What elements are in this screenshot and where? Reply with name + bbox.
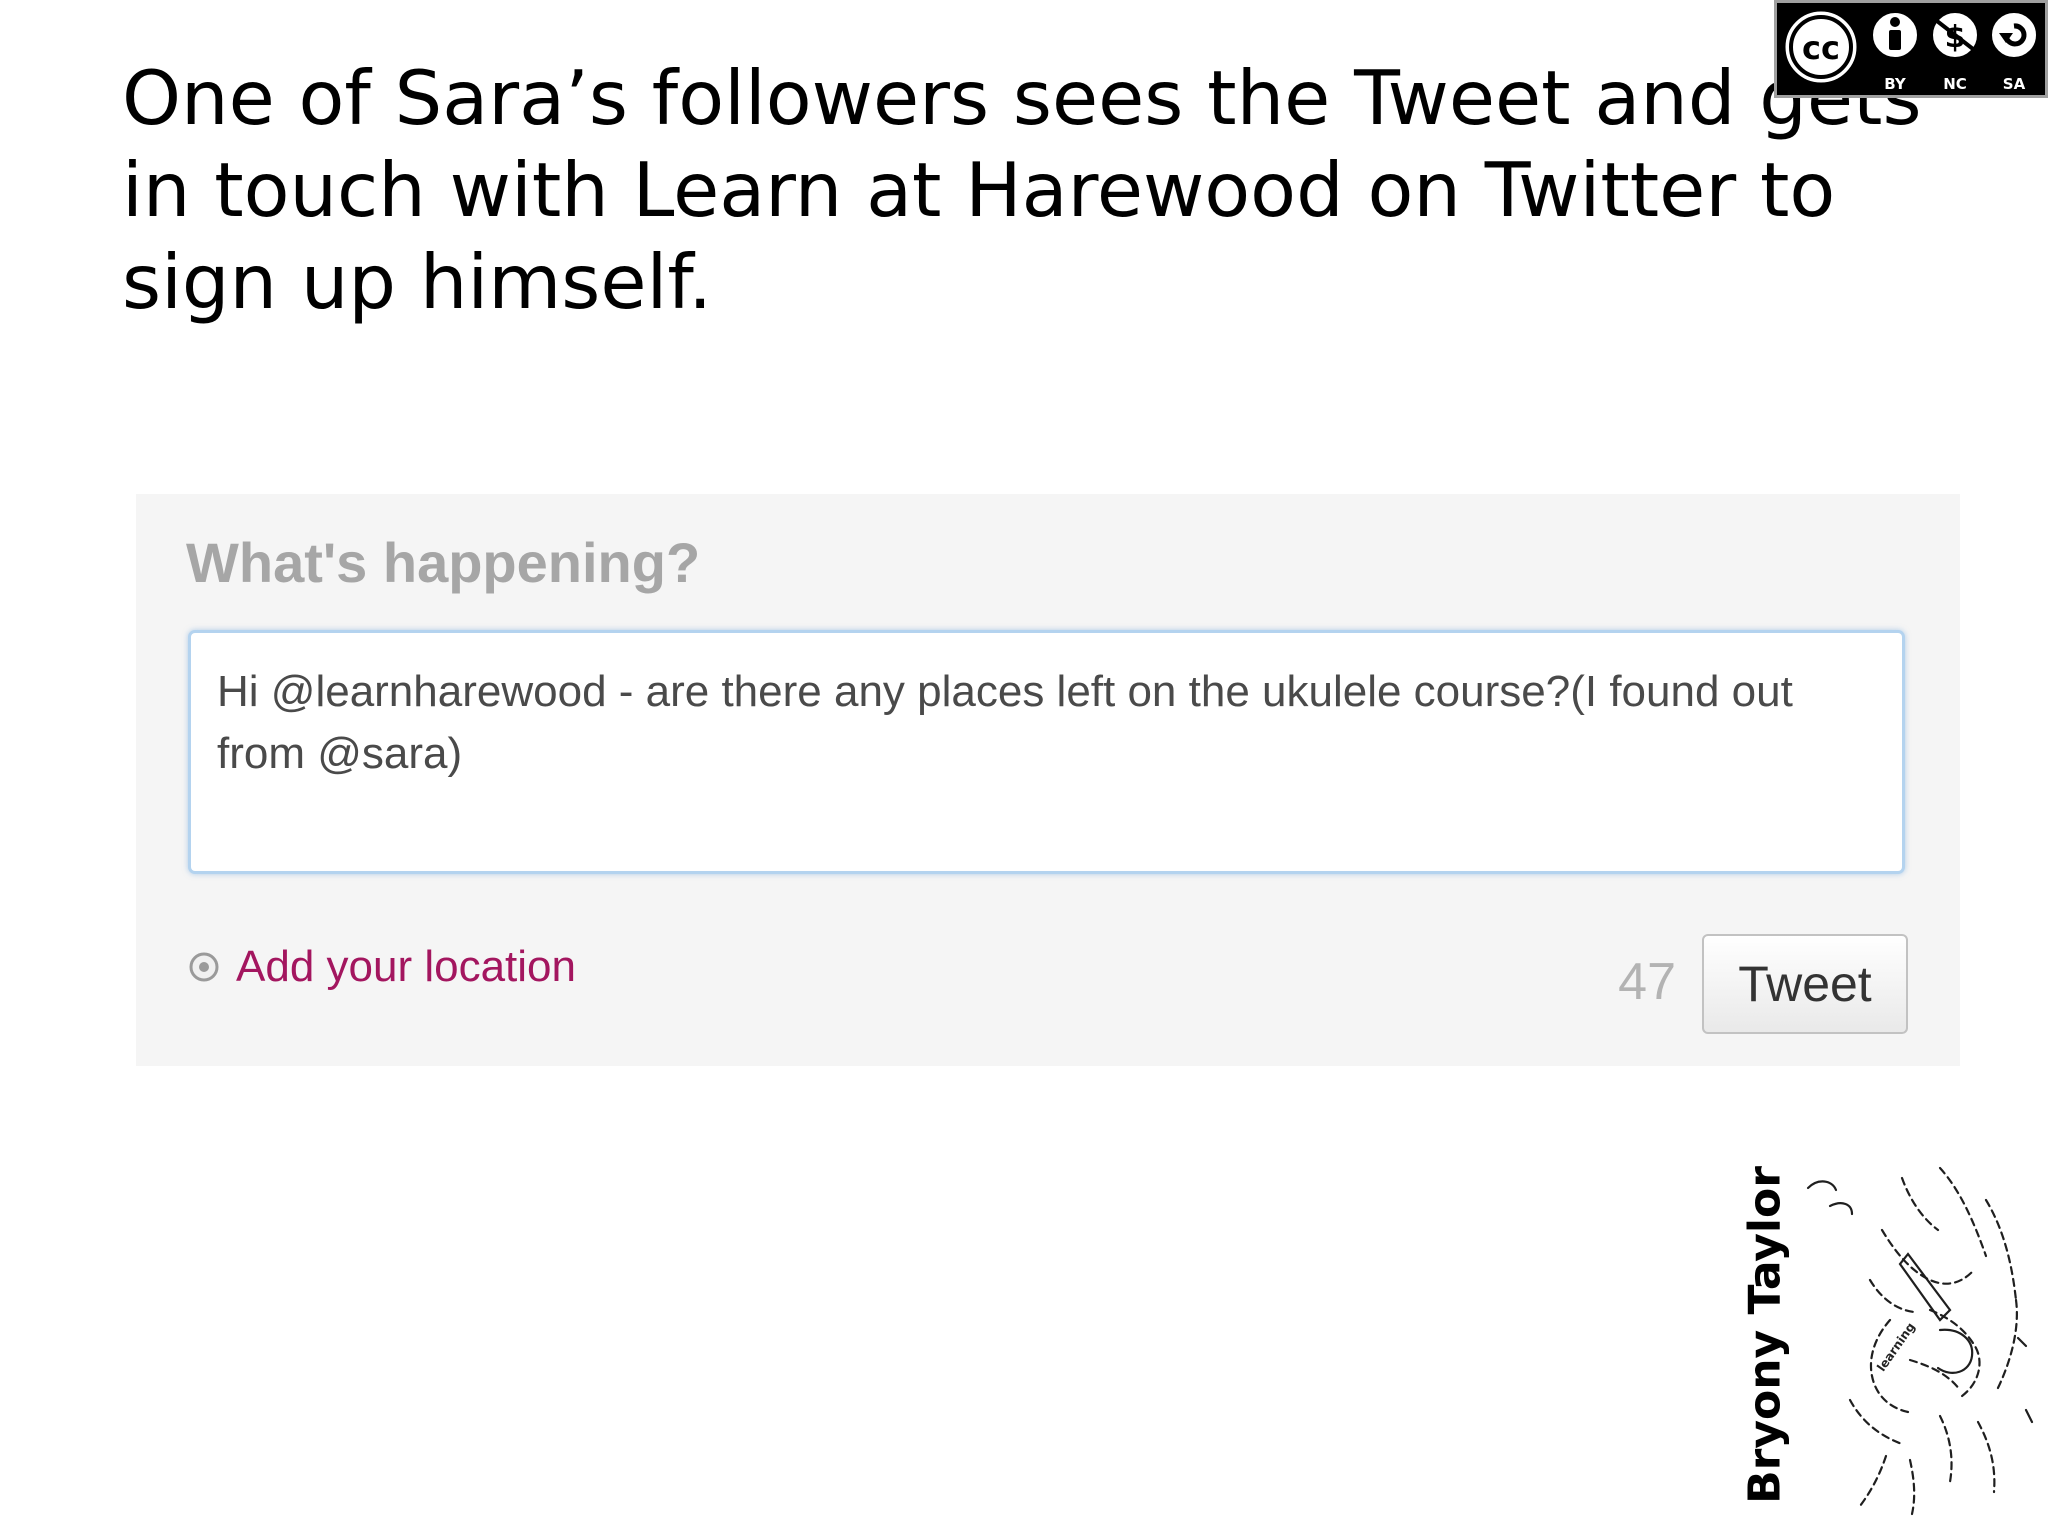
add-location-label: Add your location [236, 942, 576, 991]
slide-title: One of Sara’s followers sees the Tweet a… [122, 54, 1922, 326]
tweet-composer: What's happening? Hi @learnharewood - ar… [136, 494, 1960, 1066]
nc-label: NC [1943, 75, 1967, 93]
composer-heading: What's happening? [186, 531, 701, 594]
cc-license-badge: cc $ BY NC SA [1774, 0, 2048, 98]
ukulele-player-sketch [1806, 1166, 2034, 1516]
by-label: BY [1884, 75, 1907, 93]
slide: One of Sara’s followers sees the Tweet a… [0, 0, 2048, 1536]
tweet-textarea[interactable]: Hi @learnharewood - are there any places… [188, 630, 1905, 874]
character-count: 47 [1618, 953, 1676, 1011]
nc-icon: $ [1929, 9, 1981, 61]
cc-icon: cc [1780, 6, 1862, 88]
location-icon [189, 952, 219, 982]
add-location-link[interactable]: Add your location [188, 942, 576, 992]
sa-icon [1988, 9, 2040, 61]
license-icons: cc $ BY NC SA [1780, 6, 2040, 93]
tweet-button[interactable]: Tweet [1702, 934, 1908, 1034]
sa-label: SA [2003, 75, 2026, 93]
by-icon [1869, 9, 1921, 61]
cc-icon-label: cc [1802, 29, 1840, 67]
author-name: Bryony Taylor [1739, 1166, 1791, 1504]
